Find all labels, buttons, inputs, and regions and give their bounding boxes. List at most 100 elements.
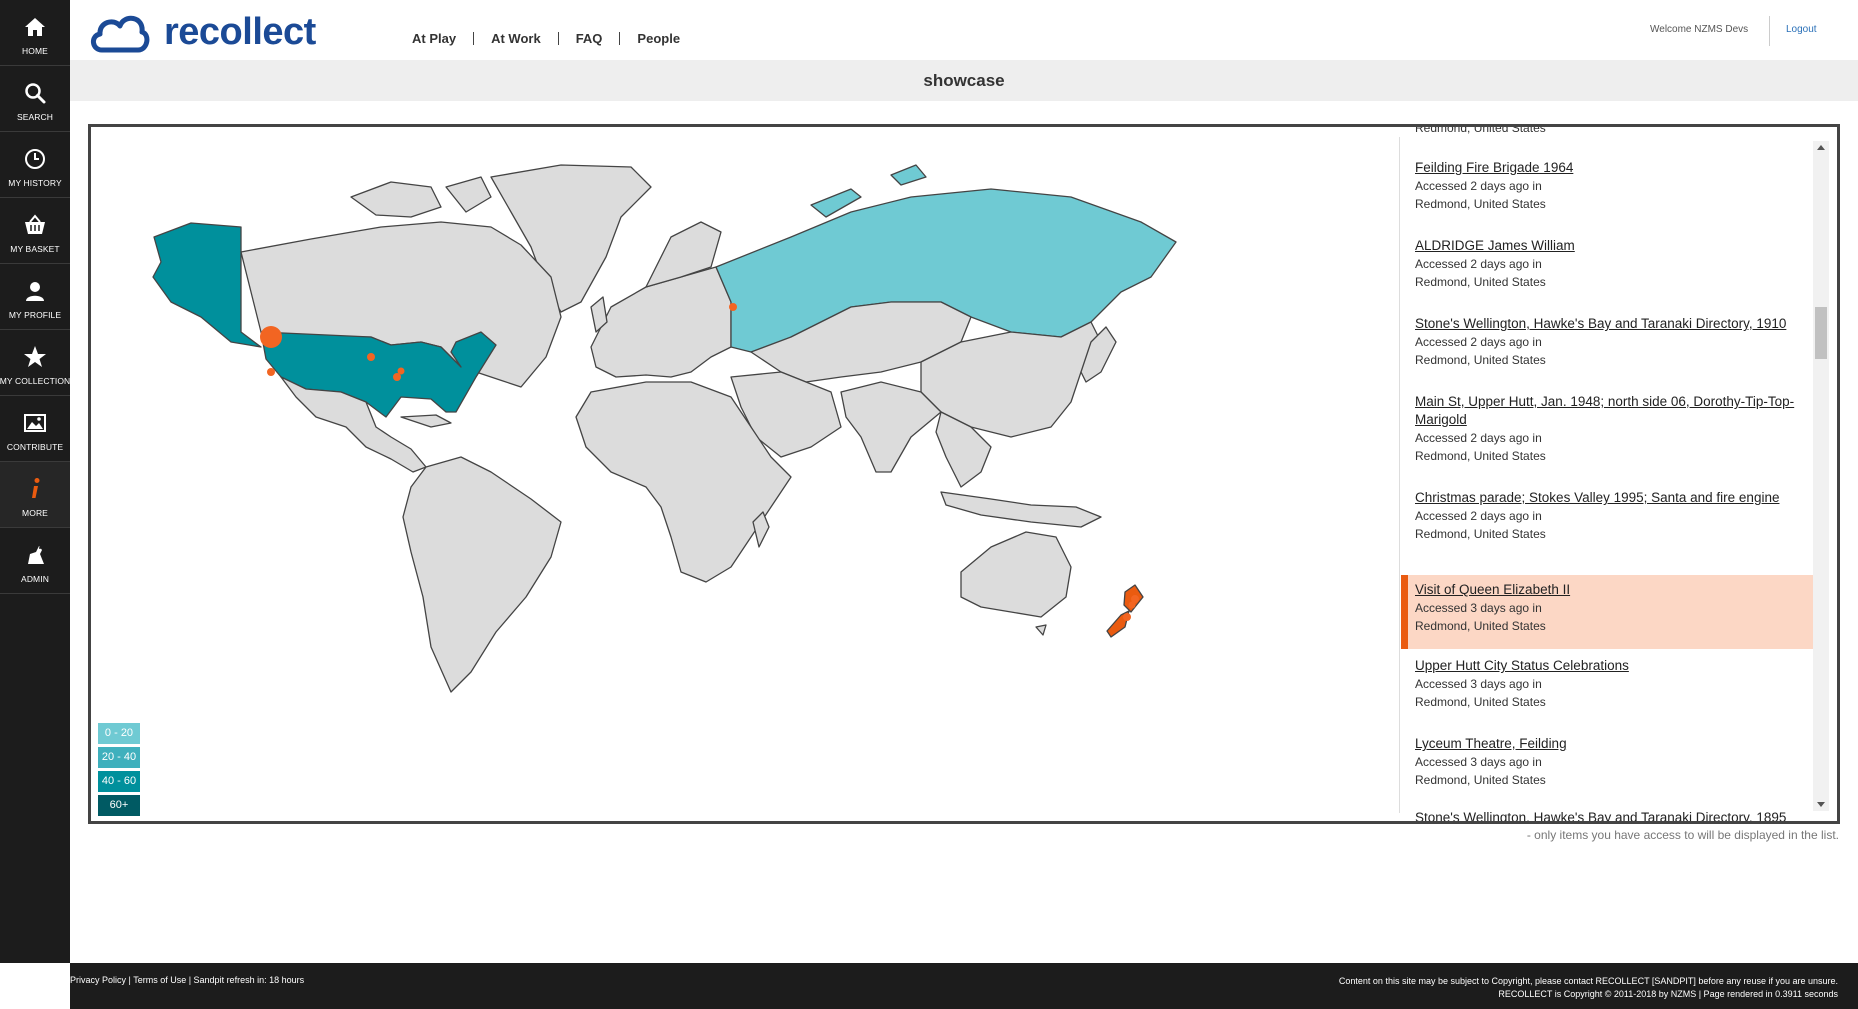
search-icon: [25, 83, 46, 104]
item-title-link[interactable]: Christmas parade; Stokes Valley 1995; Sa…: [1415, 489, 1813, 507]
footer-copyright: Content on this site may be subject to C…: [1339, 975, 1838, 1001]
footer-copyright-line1: Content on this site may be subject to C…: [1338, 976, 1838, 986]
history-list[interactable]: Redmond, United States Feilding Fire Bri…: [1401, 127, 1813, 821]
header-divider: [1769, 16, 1770, 46]
admin-icon: [28, 546, 44, 564]
item-accessed: Accessed 3 days ago in: [1415, 677, 1542, 691]
item-accessed: Accessed 2 days ago in: [1415, 509, 1542, 523]
footer: Privacy Policy | Terms of Use | Sandpit …: [70, 963, 1858, 1009]
item-title-link[interactable]: ALDRIDGE James William: [1415, 237, 1813, 255]
sidebar-item-my-basket[interactable]: MY BASKET: [0, 198, 70, 264]
list-item[interactable]: Feilding Fire Brigade 1964 Accessed 2 da…: [1401, 159, 1813, 233]
title-bar: showcase: [70, 60, 1858, 101]
access-note: - only items you have access to will be …: [1526, 828, 1839, 842]
user-icon: [26, 282, 44, 301]
list-scrollbar[interactable]: [1813, 141, 1829, 811]
map-australia: [960, 531, 1072, 618]
sidebar-item-label: HOME: [22, 46, 48, 56]
map-europe: [590, 266, 732, 378]
list-item[interactable]: Lyceum Theatre, Feilding Accessed 3 days…: [1401, 735, 1813, 809]
item-title-link[interactable]: Feilding Fire Brigade 1964: [1415, 159, 1813, 177]
item-accessed: Accessed 2 days ago in: [1415, 257, 1542, 271]
showcase-panel: 0 - 20 20 - 40 40 - 60 60+ Redmond, Unit…: [88, 124, 1840, 824]
map-alaska: [152, 222, 262, 348]
item-title-link[interactable]: Stone's Wellington, Hawke's Bay and Tara…: [1415, 315, 1813, 333]
item-accessed: Accessed 2 days ago in: [1415, 335, 1542, 349]
list-item[interactable]: Stone's Wellington, Hawke's Bay and Tara…: [1401, 315, 1813, 389]
clock-icon: [25, 149, 45, 169]
item-accessed: Accessed 2 days ago in: [1415, 431, 1542, 445]
item-title-link[interactable]: Visit of Queen Elizabeth II: [1415, 581, 1813, 599]
world-map[interactable]: 0 - 20 20 - 40 40 - 60 60+: [91, 127, 1399, 821]
item-location: Redmond, United States: [1415, 773, 1546, 787]
item-location: Redmond, United States: [1415, 275, 1546, 289]
item-location: Redmond, United States: [1415, 527, 1546, 541]
item-accessed: Accessed 3 days ago in: [1415, 601, 1542, 615]
legend-item: 0 - 20: [98, 723, 140, 744]
item-title-link[interactable]: Main St, Upper Hutt, Jan. 1948; north si…: [1415, 393, 1813, 429]
image-icon: [24, 414, 46, 432]
map-arctic-islands: [350, 181, 442, 218]
list-item[interactable]: Upper Hutt City Status Celebrations Acce…: [1401, 657, 1813, 731]
item-title-link[interactable]: Lyceum Theatre, Feilding: [1415, 735, 1813, 753]
list-item[interactable]: Stone's Wellington, Hawke's Bay and Tara…: [1401, 809, 1813, 821]
scroll-down-arrow[interactable]: [1817, 802, 1825, 807]
sidebar-item-label: MY COLLECTION: [0, 376, 71, 386]
list-item-selected[interactable]: Visit of Queen Elizabeth II Accessed 3 d…: [1401, 575, 1813, 649]
sidebar-item-more[interactable]: MORE: [0, 462, 70, 528]
map-south-america: [402, 456, 562, 693]
basket-icon: [25, 214, 45, 234]
welcome-text: Welcome NZMS Devs: [1650, 24, 1749, 35]
list-item[interactable]: Main St, Upper Hutt, Jan. 1948; north si…: [1401, 393, 1813, 485]
item-title-link[interactable]: Stone's Wellington, Hawke's Bay and Tara…: [1415, 809, 1813, 821]
sidebar-item-admin[interactable]: ADMIN: [0, 528, 70, 594]
map-usa: [260, 331, 497, 418]
nav-faq[interactable]: FAQ: [557, 32, 620, 45]
sidebar-item-search[interactable]: SEARCH: [0, 66, 70, 132]
page-title: showcase: [923, 71, 1005, 90]
sidebar-item-label: MY BASKET: [10, 244, 60, 254]
item-accessed: Accessed 2 days ago in: [1415, 179, 1542, 193]
item-location: Redmond, United States: [1415, 695, 1546, 709]
logout-link[interactable]: Logout: [1786, 24, 1817, 35]
sidebar-item-label: MORE: [22, 508, 48, 518]
recollect-logo[interactable]: recollect: [88, 6, 368, 58]
item-location: Redmond, United States: [1415, 353, 1546, 367]
panel-divider: [1399, 137, 1400, 813]
sidebar-item-contribute[interactable]: CONTRIBUTE: [0, 396, 70, 462]
scroll-up-arrow[interactable]: [1817, 145, 1825, 150]
list-item[interactable]: ALDRIDGE James William Accessed 2 days a…: [1401, 237, 1813, 311]
item-location: Redmond, United States: [1415, 619, 1546, 633]
nav-people[interactable]: People: [619, 32, 697, 45]
sidebar-item-label: SEARCH: [16, 112, 54, 122]
item-title-link[interactable]: Upper Hutt City Status Celebrations: [1415, 657, 1813, 675]
nav-at-play[interactable]: At Play: [398, 32, 473, 45]
sidebar-item-my-collection[interactable]: MY COLLECTION: [0, 330, 70, 396]
list-item[interactable]: Christmas parade; Stokes Valley 1995; Sa…: [1401, 489, 1813, 563]
footer-copyright-line2: RECOLLECT is Copyright © 2011-2018 by NZ…: [1498, 989, 1838, 999]
sidebar: HOME SEARCH MY HISTORY MY BASKET MY PROF…: [0, 0, 70, 963]
nav-at-work[interactable]: At Work: [473, 32, 558, 45]
sidebar-item-label: MY HISTORY: [8, 178, 62, 188]
info-icon: [32, 478, 40, 498]
home-icon: [25, 18, 45, 36]
legend-item: 40 - 60: [98, 771, 140, 792]
sidebar-item-label: ADMIN: [21, 574, 49, 584]
map-legend: 0 - 20 20 - 40 40 - 60 60+: [98, 723, 140, 819]
legend-item: 20 - 40: [98, 747, 140, 768]
sidebar-item-my-profile[interactable]: MY PROFILE: [0, 264, 70, 330]
sidebar-item-my-history[interactable]: MY HISTORY: [0, 132, 70, 198]
logo-text: recollect: [164, 10, 316, 53]
footer-links[interactable]: Privacy Policy | Terms of Use | Sandpit …: [70, 975, 304, 985]
star-icon: [24, 346, 46, 367]
scroll-thumb[interactable]: [1815, 307, 1827, 359]
world-map-svg: [152, 164, 1177, 693]
legend-item: 60+: [98, 795, 140, 816]
sidebar-item-label: MY PROFILE: [8, 310, 62, 320]
item-location: Redmond, United States: [1415, 127, 1546, 135]
item-accessed: Accessed 3 days ago in: [1415, 755, 1542, 769]
sidebar-item-home[interactable]: HOME: [0, 0, 70, 66]
top-nav: At Play At Work FAQ People: [398, 32, 697, 45]
item-location: Redmond, United States: [1415, 449, 1546, 463]
item-location: Redmond, United States: [1415, 197, 1546, 211]
